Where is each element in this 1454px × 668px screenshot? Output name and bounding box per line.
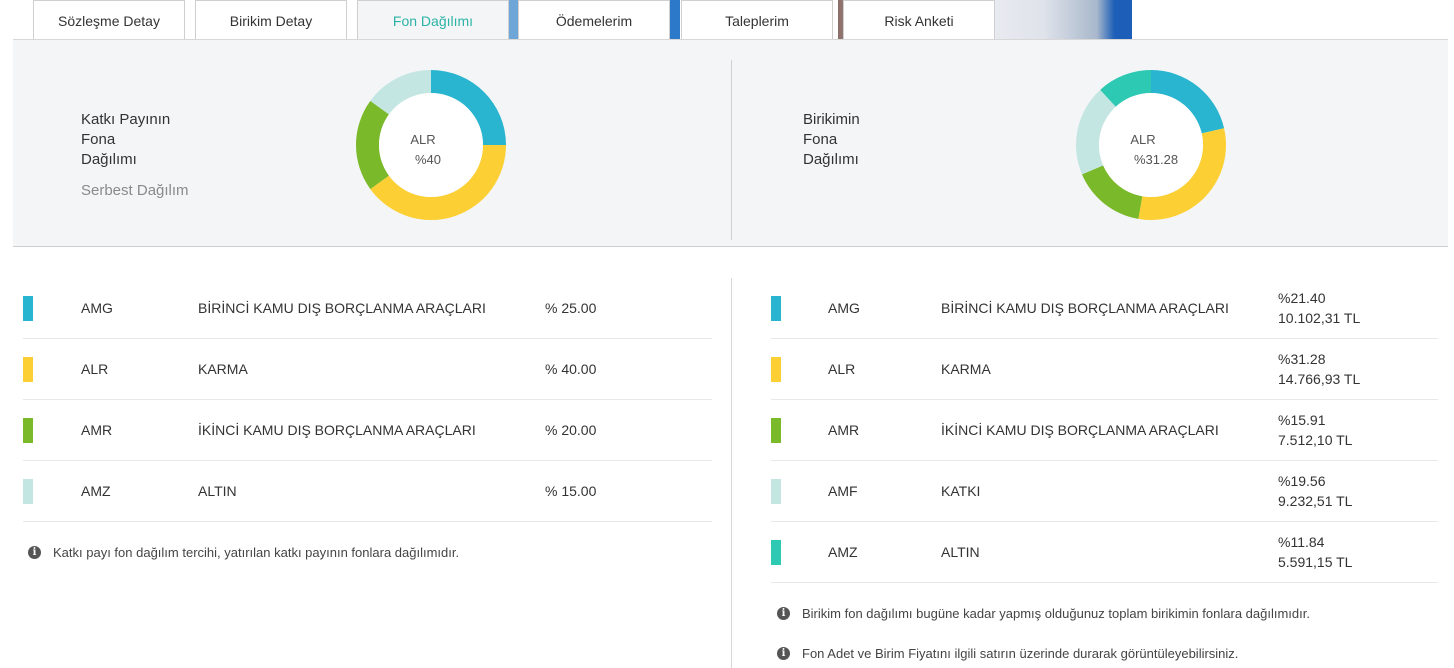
table-row[interactable]: AMR İKİNCİ KAMU DIŞ BORÇLANMA ARAÇLARI %15…	[771, 400, 1438, 461]
right-fund-table: AMG BİRİNCİ KAMU DIŞ BORÇLANMA ARAÇLARI %2…	[771, 278, 1438, 583]
right-info-note-2-text: Fon Adet ve Birim Fiyatını ilgili satırı…	[802, 646, 1239, 661]
table-row[interactable]: AMZ ALTIN % 15.00	[23, 461, 712, 522]
fund-name: KARMA	[941, 361, 991, 377]
right-info-note-2: i Fon Adet ve Birim Fiyatını ilgili satı…	[777, 646, 1238, 661]
info-icon: i	[777, 647, 790, 660]
fund-percentage: %19.56	[1278, 473, 1326, 489]
right-chart-title-line: Birikimin	[803, 111, 860, 128]
fund-code: ALR	[828, 361, 856, 377]
right-info-note-1-text: Birikim fon dağılımı bugüne kadar yapmış…	[802, 606, 1310, 621]
info-icon: i	[28, 546, 41, 559]
left-chart-title-line: Fona	[81, 131, 116, 148]
tab-birikim-detay[interactable]: Birikim Detay	[195, 0, 347, 40]
fund-color-swatch	[771, 357, 781, 382]
left-chart-title: Katkı Payının Fona Dağılımı	[81, 110, 170, 170]
fund-percentage: %15.91	[1278, 412, 1326, 428]
fund-amount: 5.591,15 TL	[1278, 554, 1353, 570]
fund-name: KARMA	[198, 361, 248, 377]
right-chart-title-line: Dağılımı	[803, 151, 859, 168]
fund-color-swatch	[23, 357, 33, 382]
right-chart-title: Birikimin Fona Dağılımı	[803, 110, 860, 170]
fund-percentage: %21.40	[1278, 290, 1326, 306]
left-chart-title-line: Katkı Payının	[81, 111, 171, 128]
fund-name: BİRİNCİ KAMU DIŞ BORÇLANMA ARAÇLARI	[198, 300, 486, 316]
fund-amount: 7.512,10 TL	[1278, 432, 1353, 448]
fund-code: AMR	[81, 422, 113, 438]
right-donut-center-code: ALR	[1130, 132, 1156, 147]
fund-code: AMZ	[81, 483, 111, 499]
fund-amount: 14.766,93 TL	[1278, 371, 1361, 387]
fund-name: BİRİNCİ KAMU DIŞ BORÇLANMA ARAÇLARI	[941, 300, 1229, 316]
fund-code: AMR	[828, 422, 860, 438]
table-row[interactable]: AMG BİRİNCİ KAMU DIŞ BORÇLANMA ARAÇLARI %2…	[771, 278, 1438, 339]
chart-panel: Katkı Payının Fona Dağılımı Serbest Dağı…	[13, 40, 1448, 247]
table-row[interactable]: ALR KARMA %31.28 14.766,93 TL	[771, 339, 1438, 400]
left-chart-subtitle: Serbest Dağılım	[81, 182, 189, 199]
fund-percentage: % 40.00	[545, 361, 597, 377]
fund-color-swatch	[23, 479, 33, 504]
left-donut-center-pct: %40	[414, 152, 442, 167]
fund-name: KATKI	[941, 483, 981, 499]
fund-code: AMG	[828, 300, 860, 316]
info-icon: i	[777, 607, 790, 620]
fund-percentage: % 20.00	[545, 422, 597, 438]
left-info-note-text: Katkı payı fon dağılım tercihi, yatırıla…	[53, 545, 460, 560]
left-info-note: i Katkı payı fon dağılım tercihi, yatırı…	[28, 545, 459, 560]
fund-percentage: % 15.00	[545, 483, 597, 499]
tab-accent-strip	[508, 0, 518, 40]
left-chart-title-line: Dağılımı	[81, 151, 137, 168]
tab-taleplerim[interactable]: Taleplerim	[681, 0, 833, 40]
tab-fon-dagilimi[interactable]: Fon Dağılımı	[357, 0, 509, 41]
fund-code: AMG	[81, 300, 113, 316]
tab-odemelerim[interactable]: Ödemelerim	[518, 0, 670, 40]
fund-color-swatch	[771, 540, 781, 565]
fund-percentage: % 25.00	[545, 300, 597, 316]
fund-percentage: %11.84	[1278, 534, 1325, 550]
fund-code: ALR	[81, 361, 109, 377]
tab-bar: Sözleşme Detay Birikim Detay Fon Dağılım…	[0, 0, 1454, 41]
tab-risk-anketi[interactable]: Risk Anketi	[843, 0, 995, 40]
panel-divider	[731, 60, 732, 240]
fund-color-swatch	[771, 296, 781, 321]
fund-color-swatch	[771, 418, 781, 443]
fund-color-swatch	[23, 296, 33, 321]
tab-sozlesme-detay[interactable]: Sözleşme Detay	[33, 0, 185, 40]
fund-name: İKİNCİ KAMU DIŞ BORÇLANMA ARAÇLARI	[198, 422, 476, 438]
table-row[interactable]: AMF KATKI %19.56 9.232,51 TL	[771, 461, 1438, 522]
table-row[interactable]: AMR İKİNCİ KAMU DIŞ BORÇLANMA ARAÇLARI % 2…	[23, 400, 712, 461]
fund-color-swatch	[23, 418, 33, 443]
right-chart-title-line: Fona	[803, 131, 838, 148]
right-donut-center-pct: %31.28	[1133, 152, 1179, 167]
table-row[interactable]: ALR KARMA % 40.00	[23, 339, 712, 400]
fund-amount: 10.102,31 TL	[1278, 310, 1361, 326]
fund-name: ALTIN	[198, 483, 237, 499]
left-fund-table: AMG BİRİNCİ KAMU DIŞ BORÇLANMA ARAÇLARI % …	[23, 278, 712, 522]
table-row[interactable]: AMG BİRİNCİ KAMU DIŞ BORÇLANMA ARAÇLARI % …	[23, 278, 712, 339]
tab-accent-strip	[670, 0, 680, 40]
left-donut-center-code: ALR	[410, 132, 436, 147]
fund-amount: 9.232,51 TL	[1278, 493, 1353, 509]
fund-code: AMF	[828, 483, 858, 499]
fund-name: ALTIN	[941, 544, 980, 560]
fund-percentage: %31.28	[1278, 351, 1326, 367]
fund-code: AMZ	[828, 544, 858, 560]
table-row[interactable]: AMZ ALTIN %11.84 5.591,15 TL	[771, 522, 1438, 583]
fund-name: İKİNCİ KAMU DIŞ BORÇLANMA ARAÇLARI	[941, 422, 1219, 438]
tables-divider	[731, 278, 732, 668]
right-info-note-1: i Birikim fon dağılımı bugüne kadar yapm…	[777, 606, 1310, 621]
fund-color-swatch	[771, 479, 781, 504]
